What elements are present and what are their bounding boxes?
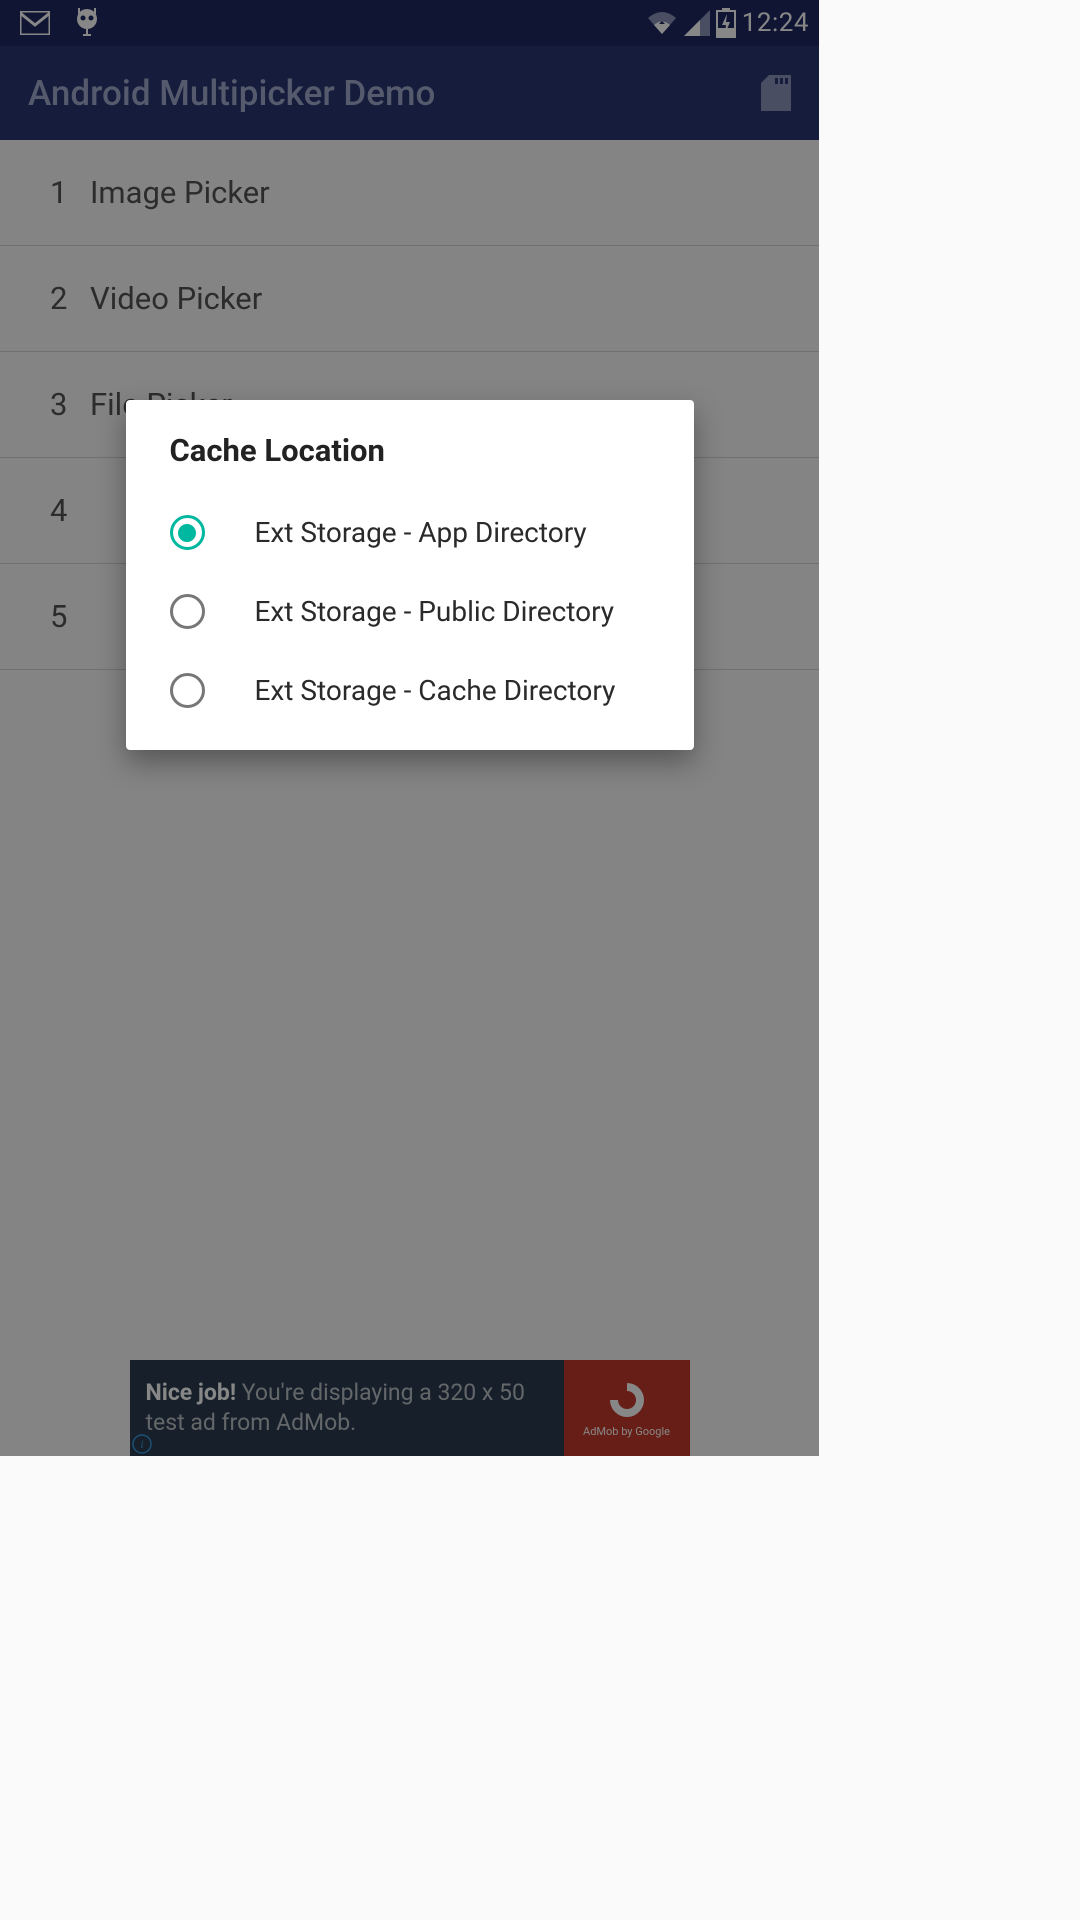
radio-label: Ext Storage - Cache Directory	[255, 674, 616, 707]
radio-button-icon	[170, 673, 205, 708]
cache-location-dialog: Cache Location Ext Storage - App Directo…	[126, 400, 694, 750]
radio-button-icon	[170, 594, 205, 629]
radio-label: Ext Storage - Public Directory	[255, 595, 615, 628]
radio-option-cache-directory[interactable]: Ext Storage - Cache Directory	[126, 651, 694, 730]
radio-button-icon	[170, 515, 205, 550]
radio-option-public-directory[interactable]: Ext Storage - Public Directory	[126, 572, 694, 651]
radio-option-app-directory[interactable]: Ext Storage - App Directory	[126, 493, 694, 572]
dialog-scrim[interactable]: Cache Location Ext Storage - App Directo…	[0, 0, 819, 1456]
radio-label: Ext Storage - App Directory	[255, 516, 587, 549]
dialog-title: Cache Location	[126, 400, 694, 493]
